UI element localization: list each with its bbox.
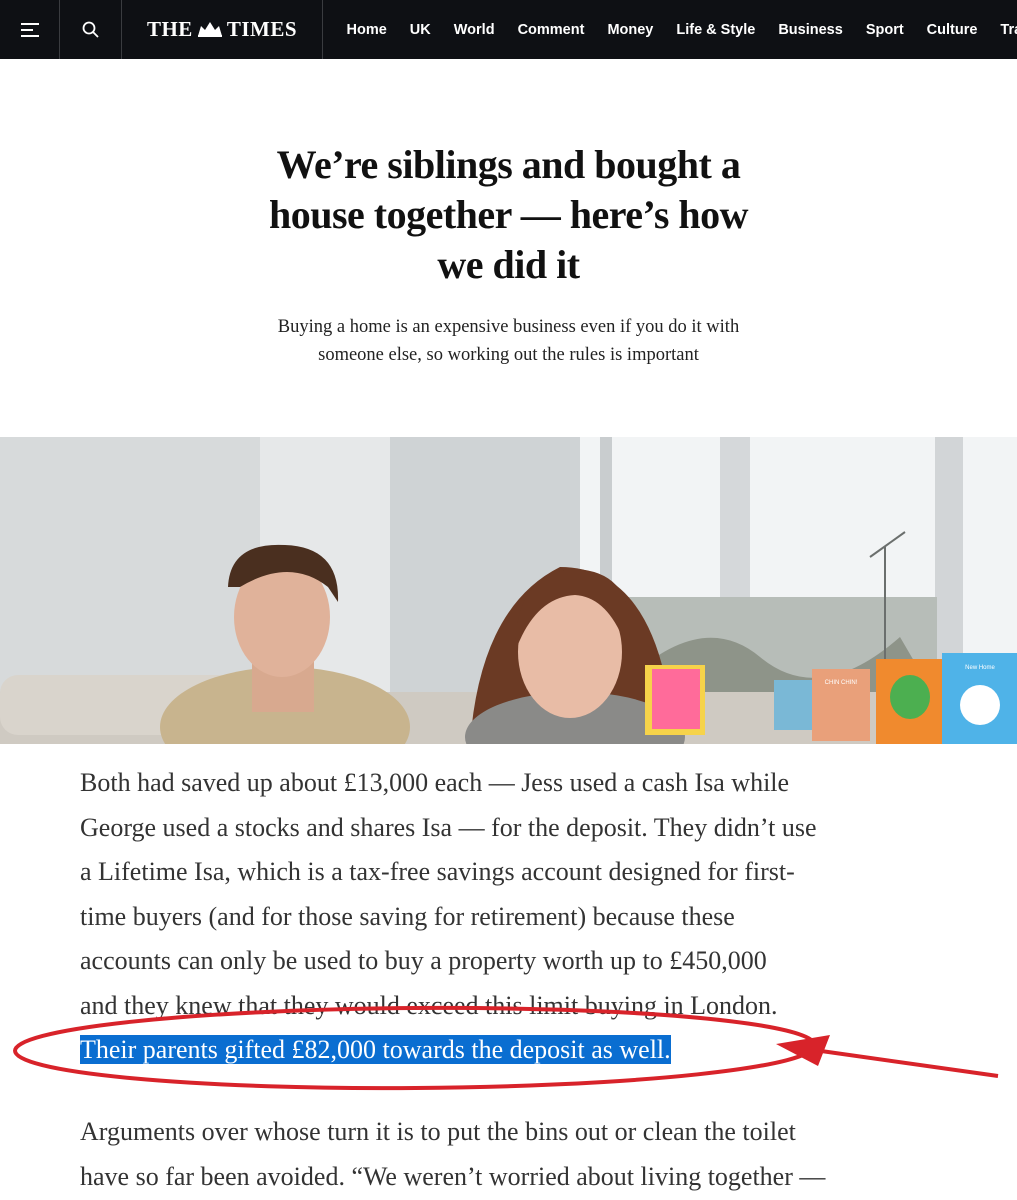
paragraph-line: a Lifetime Isa, which is a tax-free savi… [80,857,795,886]
photo-card-text: New Home [965,665,995,671]
headline-line: house together — here’s how [268,192,749,237]
article-standfirst: Buying a home is an expensive business e… [240,313,777,369]
section-nav: Home UK World Comment Money Life & Style… [335,0,1017,59]
nav-money[interactable]: Money [607,22,653,38]
paragraph-line: have so far been avoided. “We weren’t wo… [80,1161,826,1191]
logo-link[interactable]: THE TIMES [122,0,323,59]
article-paragraph: Arguments over whose turn it is to put t… [80,1110,940,1199]
nav-business[interactable]: Business [778,22,842,38]
article-hero-photo: CHIN CHIN! New Home [0,437,1017,744]
article-paragraph: Both had saved up about £13,000 each — J… [80,761,940,1073]
crest-icon [197,22,222,37]
paragraph-line: accounts can only be used to buy a prope… [80,946,767,975]
top-navigation-bar: THE TIMES Home UK World Comment Money Lif… [0,0,1017,59]
search-button[interactable] [60,0,122,59]
menu-button[interactable] [0,0,60,59]
nav-uk[interactable]: UK [410,22,431,38]
standfirst-line: someone else, so working out the rules i… [318,345,699,365]
nav-comment[interactable]: Comment [518,22,585,38]
logo-text: THE TIMES [146,17,298,41]
paragraph-line: Arguments over whose turn it is to put t… [80,1117,796,1146]
highlighted-text-selection[interactable]: Their parents gifted £82,000 towards the… [80,1035,671,1064]
paragraph-line: Both had saved up about £13,000 each — J… [80,768,790,797]
search-icon [82,21,99,38]
paragraph-line: and they knew that they would exceed thi… [80,990,778,1020]
paragraph-line: time buyers (and for those saving for re… [80,901,735,931]
nav-travel[interactable]: Travel [1000,22,1017,38]
paragraph-line: George used a stocks and shares Isa — fo… [80,812,817,842]
nav-world[interactable]: World [454,22,495,38]
nav-life-style[interactable]: Life & Style [676,22,755,38]
nav-culture[interactable]: Culture [927,22,978,38]
photo-card-text: CHIN CHIN! [825,680,858,686]
the-times-logo: THE TIMES [147,17,297,42]
headline-line: we did it [437,242,580,287]
menu-icon [20,22,39,37]
nav-home[interactable]: Home [347,22,387,38]
nav-sport[interactable]: Sport [866,22,904,38]
standfirst-line: Buying a home is an expensive business e… [277,317,740,337]
hero-photo-illustration: CHIN CHIN! New Home [0,437,1017,744]
headline-line: We’re siblings and bought a [276,142,741,187]
article-headline: We’re siblings and bought a house togeth… [230,140,787,290]
